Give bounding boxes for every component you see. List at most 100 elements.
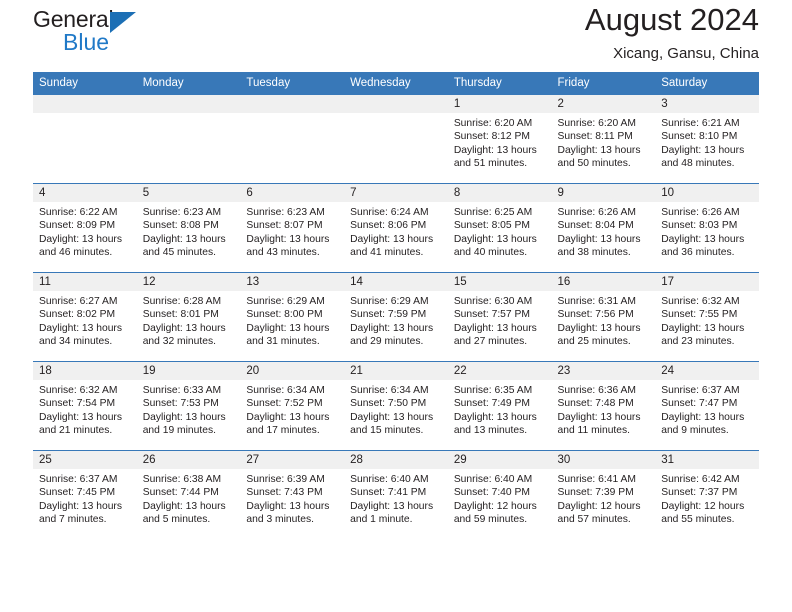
daylight-duration-line2: and 23 minutes. bbox=[661, 336, 735, 348]
day-number: 16 bbox=[551, 273, 656, 291]
daylight-duration-line2: and 13 minutes. bbox=[453, 425, 528, 437]
calendar-day-cell[interactable]: 26 Sunrise: 6:38 AM Sunset: 7:44 PM Dayligh… bbox=[136, 451, 241, 539]
calendar-day-cell[interactable]: 22 Sunrise: 6:35 AM Sunset: 7:49 PM Dayligh… bbox=[447, 362, 552, 450]
calendar-day-cell[interactable]: 10 Sunrise: 6:26 AM Sunset: 8:03 PM Dayligh… bbox=[655, 184, 759, 272]
day-number: 13 bbox=[240, 273, 345, 291]
calendar-cell: 24 Sunrise: 6:37 AM Sunset: 7:47 PM Dayligh… bbox=[655, 361, 759, 451]
day-details: Sunrise: 6:40 AM Sunset: 7:41 PM Daylight:… bbox=[344, 469, 448, 527]
sunrise-time: Sunrise: 6:32 AM bbox=[661, 296, 740, 307]
logo-text-blue: Blue bbox=[63, 29, 110, 55]
calendar-day-cell[interactable]: 9 Sunrise: 6:26 AM Sunset: 8:04 PM Daylight… bbox=[551, 184, 656, 272]
day-details: Sunrise: 6:21 AM Sunset: 8:10 PM Daylight:… bbox=[655, 113, 759, 171]
sunset-time: Sunset: 7:59 PM bbox=[350, 309, 427, 321]
daylight-duration-line2: and 48 minutes. bbox=[661, 158, 735, 170]
calendar-cell: 30 Sunrise: 6:41 AM Sunset: 7:39 PM Dayligh… bbox=[551, 450, 656, 539]
calendar-day-cell[interactable]: 6 Sunrise: 6:23 AM Sunset: 8:07 PM Daylight… bbox=[240, 184, 345, 272]
daylight-duration-line2: and 11 minutes. bbox=[557, 425, 631, 437]
sunrise-time: Sunrise: 6:23 AM bbox=[246, 207, 325, 218]
daylight-duration-line2: and 32 minutes. bbox=[142, 336, 216, 348]
day-number: 10 bbox=[655, 184, 759, 202]
calendar-day-cell[interactable]: 13 Sunrise: 6:29 AM Sunset: 8:00 PM Dayligh… bbox=[240, 273, 345, 361]
day-details: Sunrise: 6:40 AM Sunset: 7:40 PM Daylight:… bbox=[448, 469, 552, 527]
calendar-day-cell[interactable]: 15 Sunrise: 6:30 AM Sunset: 7:57 PM Dayligh… bbox=[447, 273, 552, 361]
daylight-duration-line2: and 41 minutes. bbox=[350, 247, 424, 259]
calendar-day-cell[interactable]: 21 Sunrise: 6:34 AM Sunset: 7:50 PM Dayligh… bbox=[344, 362, 448, 450]
calendar-day-cell[interactable]: 31 Sunrise: 6:42 AM Sunset: 7:37 PM Dayligh… bbox=[655, 451, 759, 539]
calendar-day-cell[interactable]: 19 Sunrise: 6:33 AM Sunset: 7:53 PM Dayligh… bbox=[136, 362, 241, 450]
calendar-day-cell[interactable]: 20 Sunrise: 6:34 AM Sunset: 7:52 PM Dayligh… bbox=[240, 362, 345, 450]
daylight-duration-line2: and 46 minutes. bbox=[39, 247, 113, 259]
calendar-week-row: 25 Sunrise: 6:37 AM Sunset: 7:45 PM Dayligh… bbox=[33, 450, 759, 539]
day-number: 5 bbox=[136, 184, 241, 202]
calendar-day-cell[interactable]: 4 Sunrise: 6:22 AM Sunset: 8:09 PM Daylight… bbox=[33, 184, 137, 272]
calendar-day-cell[interactable]: 24 Sunrise: 6:37 AM Sunset: 7:47 PM Dayligh… bbox=[655, 362, 759, 450]
sunrise-time: Sunrise: 6:38 AM bbox=[142, 474, 222, 485]
calendar-day-cell[interactable]: 14 Sunrise: 6:29 AM Sunset: 7:59 PM Dayligh… bbox=[344, 273, 448, 361]
calendar-day-cell[interactable]: 8 Sunrise: 6:25 AM Sunset: 8:05 PM Daylight… bbox=[447, 184, 552, 272]
sunset-time: Sunset: 7:50 PM bbox=[350, 398, 427, 410]
calendar-day-cell[interactable]: 12 Sunrise: 6:28 AM Sunset: 8:01 PM Dayligh… bbox=[136, 273, 241, 361]
sunrise-time: Sunrise: 6:39 AM bbox=[246, 474, 325, 485]
calendar-cell: 21 Sunrise: 6:34 AM Sunset: 7:50 PM Dayligh… bbox=[344, 361, 448, 451]
daylight-duration-line2: and 7 minutes. bbox=[39, 514, 107, 526]
calendar-day-cell[interactable]: 5 Sunrise: 6:23 AM Sunset: 8:08 PM Daylight… bbox=[136, 184, 241, 272]
daylight-duration-line1: Daylight: 13 hours bbox=[350, 233, 434, 245]
calendar-day-cell[interactable]: 27 Sunrise: 6:39 AM Sunset: 7:43 PM Dayligh… bbox=[240, 451, 345, 539]
day-number: 1 bbox=[447, 95, 552, 113]
calendar-day-cell[interactable]: 2 Sunrise: 6:20 AM Sunset: 8:11 PM Daylight… bbox=[551, 95, 656, 183]
sunrise-time: Sunrise: 6:21 AM bbox=[661, 118, 740, 129]
day-number: 29 bbox=[447, 451, 552, 469]
sunset-time: Sunset: 8:06 PM bbox=[350, 220, 427, 232]
title-block: August 2024 Xicang, Gansu, China bbox=[585, 0, 759, 62]
daylight-duration-line1: Daylight: 13 hours bbox=[557, 411, 641, 423]
calendar-day-cell[interactable]: 11 Sunrise: 6:27 AM Sunset: 8:02 PM Dayligh… bbox=[33, 273, 137, 361]
day-number: 18 bbox=[33, 362, 137, 380]
day-number: 25 bbox=[33, 451, 137, 469]
calendar-day-cell[interactable]: 7 Sunrise: 6:24 AM Sunset: 8:06 PM Daylight… bbox=[344, 184, 448, 272]
sunrise-time: Sunrise: 6:32 AM bbox=[39, 385, 118, 396]
calendar-day-cell[interactable]: 17 Sunrise: 6:32 AM Sunset: 7:55 PM Dayligh… bbox=[655, 273, 759, 361]
calendar-day-cell[interactable]: 29 Sunrise: 6:40 AM Sunset: 7:40 PM Dayligh… bbox=[447, 451, 552, 539]
calendar-day-cell[interactable]: 3 Sunrise: 6:21 AM Sunset: 8:10 PM Daylight… bbox=[655, 95, 759, 183]
calendar-grid: Sunday Monday Tuesday Wednesday Thursday… bbox=[33, 72, 759, 539]
daylight-duration-line2: and 17 minutes. bbox=[246, 425, 320, 437]
page-header: General Blue August 2024 Xicang, Gansu, … bbox=[33, 0, 759, 72]
weekday-header-thursday: Thursday bbox=[447, 72, 552, 95]
generalblue-logo[interactable]: General Blue bbox=[33, 8, 173, 56]
calendar-day-cell[interactable]: 18 Sunrise: 6:32 AM Sunset: 7:54 PM Dayligh… bbox=[33, 362, 137, 450]
daylight-duration-line1: Daylight: 13 hours bbox=[557, 322, 641, 334]
daylight-duration-line1: Daylight: 13 hours bbox=[661, 411, 745, 423]
calendar-cell: 6 Sunrise: 6:23 AM Sunset: 8:07 PM Daylight… bbox=[240, 183, 345, 273]
day-details: Sunrise: 6:28 AM Sunset: 8:01 PM Daylight:… bbox=[137, 291, 241, 349]
calendar-cell bbox=[33, 95, 137, 184]
calendar-day-cell[interactable]: 25 Sunrise: 6:37 AM Sunset: 7:45 PM Dayligh… bbox=[33, 451, 137, 539]
sunset-time: Sunset: 7:44 PM bbox=[142, 487, 219, 499]
sunset-time: Sunset: 8:10 PM bbox=[661, 131, 738, 143]
day-details bbox=[344, 113, 448, 117]
day-details: Sunrise: 6:32 AM Sunset: 7:54 PM Daylight:… bbox=[33, 380, 137, 438]
sunrise-time: Sunrise: 6:35 AM bbox=[453, 385, 533, 396]
day-number bbox=[33, 95, 137, 113]
day-details bbox=[33, 113, 137, 117]
calendar-day-cell[interactable]: 16 Sunrise: 6:31 AM Sunset: 7:56 PM Dayligh… bbox=[551, 273, 656, 361]
day-details: Sunrise: 6:23 AM Sunset: 8:07 PM Daylight:… bbox=[240, 202, 344, 260]
daylight-duration-line1: Daylight: 12 hours bbox=[453, 500, 537, 512]
calendar-day-cell[interactable]: 30 Sunrise: 6:41 AM Sunset: 7:39 PM Dayligh… bbox=[551, 451, 656, 539]
sunrise-time: Sunrise: 6:37 AM bbox=[661, 385, 740, 396]
day-details: Sunrise: 6:34 AM Sunset: 7:50 PM Daylight:… bbox=[344, 380, 448, 438]
daylight-duration-line2: and 51 minutes. bbox=[453, 158, 528, 170]
calendar-day-cell[interactable]: 23 Sunrise: 6:36 AM Sunset: 7:48 PM Dayligh… bbox=[551, 362, 656, 450]
daylight-duration-line1: Daylight: 13 hours bbox=[142, 411, 226, 423]
daylight-duration-line1: Daylight: 13 hours bbox=[661, 144, 745, 156]
daylight-duration-line1: Daylight: 13 hours bbox=[453, 233, 537, 245]
sunset-time: Sunset: 7:54 PM bbox=[39, 398, 116, 410]
calendar-day-cell[interactable]: 28 Sunrise: 6:40 AM Sunset: 7:41 PM Dayligh… bbox=[344, 451, 448, 539]
sunrise-time: Sunrise: 6:29 AM bbox=[246, 296, 325, 307]
calendar-week-row: 18 Sunrise: 6:32 AM Sunset: 7:54 PM Dayligh… bbox=[33, 361, 759, 451]
calendar-week-row: 11 Sunrise: 6:27 AM Sunset: 8:02 PM Dayligh… bbox=[33, 272, 759, 362]
calendar-day-cell[interactable]: 1 Sunrise: 6:20 AM Sunset: 8:12 PM Daylight… bbox=[447, 95, 552, 183]
sunrise-time: Sunrise: 6:26 AM bbox=[661, 207, 740, 218]
weekday-header-monday: Monday bbox=[136, 72, 241, 95]
logo-text-general: General bbox=[33, 6, 114, 32]
day-number: 2 bbox=[551, 95, 656, 113]
